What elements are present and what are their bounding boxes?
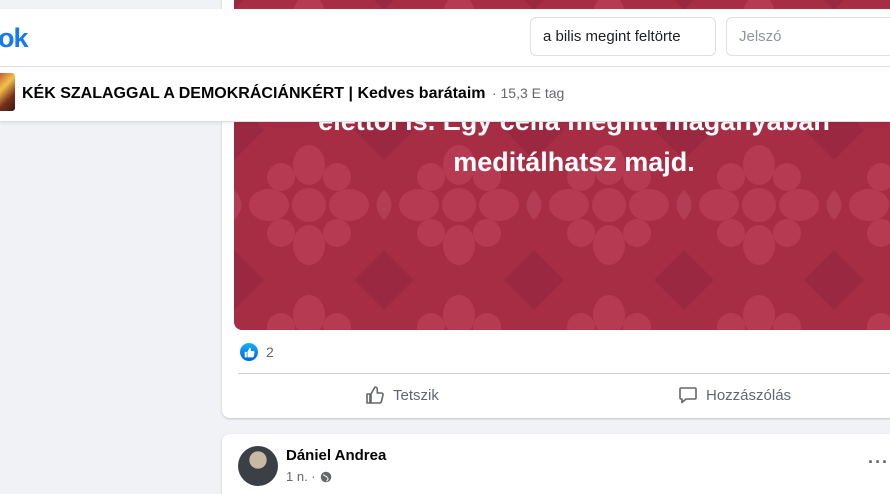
like-reaction-icon (240, 343, 258, 361)
password-input[interactable]: Jelszó (726, 17, 890, 56)
more-dots-icon[interactable]: ··· (868, 452, 889, 473)
top-navigation-bar: ok a bilis megint feltörte Jelszó (0, 9, 890, 67)
group-title[interactable]: KÉK SZALAGGAL A DEMOKRÁCIÁNKÉRT | Kedves… (22, 85, 564, 103)
reaction-count: 2 (266, 344, 274, 360)
divider (238, 373, 890, 374)
avatar[interactable] (238, 446, 278, 486)
image-text-line-2: meditálhatsz majd. (453, 147, 695, 177)
comment-icon (679, 387, 697, 404)
email-or-phone-input[interactable]: a bilis megint feltörte (530, 17, 716, 56)
group-cover-thumbnail[interactable] (0, 73, 15, 111)
group-member-count: · 15,3 E tag (491, 85, 565, 101)
comment-button[interactable]: Hozzászólás (678, 380, 791, 410)
comment-label: Hozzászólás (706, 386, 792, 404)
facebook-logo[interactable]: ok (0, 23, 28, 54)
like-button[interactable]: Tetszik (365, 380, 439, 410)
reaction-summary[interactable]: 2 (240, 342, 274, 362)
group-name: KÉK SZALAGGAL A DEMOKRÁCIÁNKÉRT | Kedves… (22, 85, 486, 102)
like-label: Tetszik (393, 386, 439, 404)
globe-icon (320, 471, 331, 482)
thumbs-up-icon (366, 386, 384, 404)
post-card-2 (222, 434, 890, 494)
post-author[interactable]: Dániel Andrea (286, 447, 386, 464)
